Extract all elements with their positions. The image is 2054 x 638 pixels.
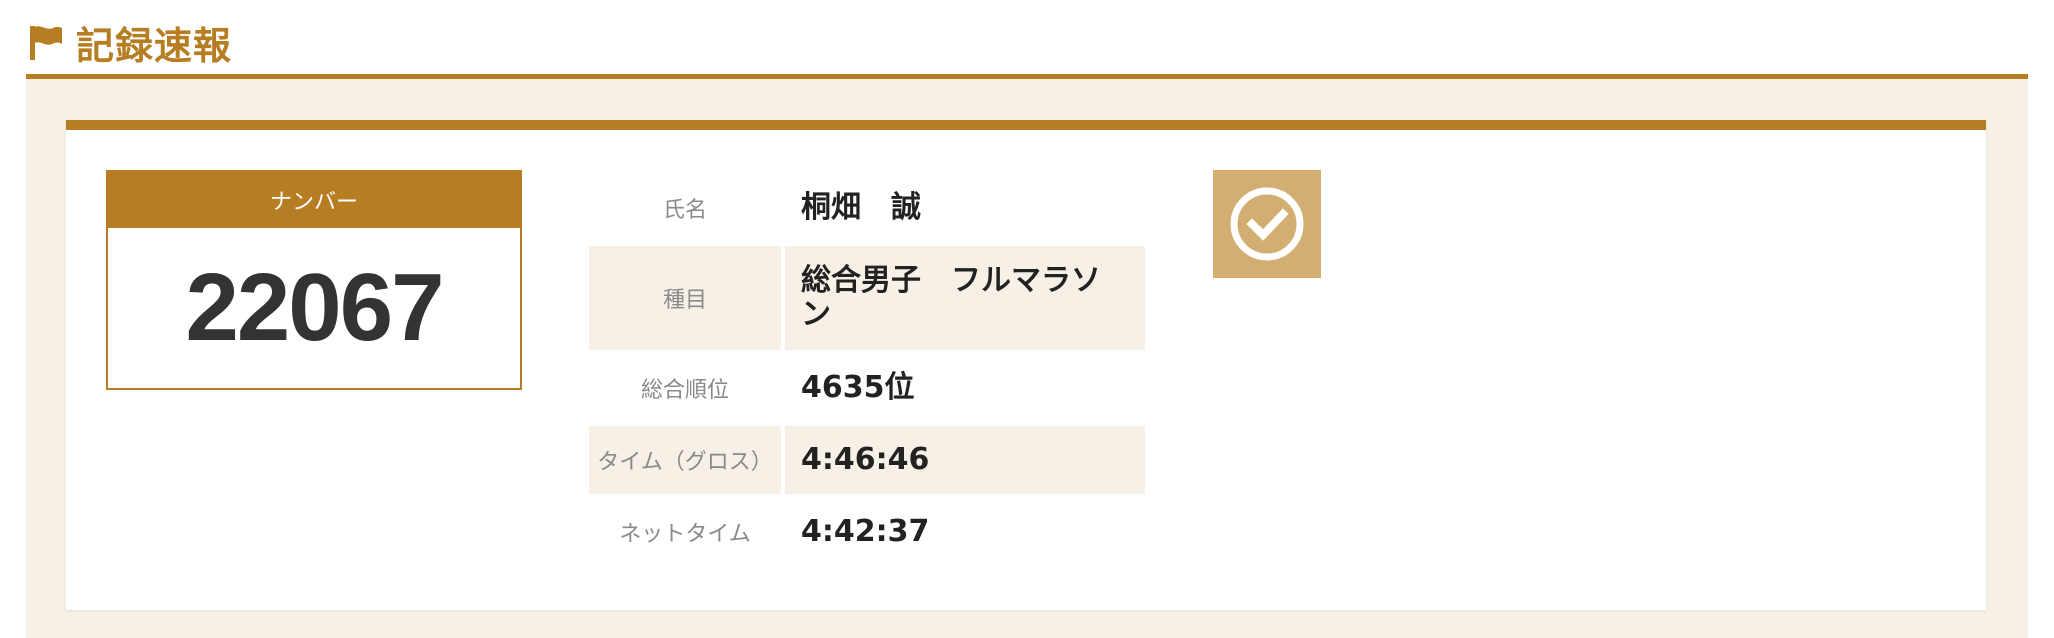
name-label: 氏名 bbox=[662, 198, 707, 223]
category-label: 種目 bbox=[589, 246, 781, 350]
detail-row-net-time: ネットタイム 4:42:37 bbox=[589, 498, 1145, 566]
detail-row-rank: 総合順位 4635位 bbox=[589, 354, 1145, 422]
bib-label: ナンバー bbox=[108, 172, 520, 228]
detail-row-gross-time: タイム（グロス） 4:46:46 bbox=[589, 426, 1145, 494]
result-details-table: 氏名 桐畑 誠 種目 総合男子 フルマラソン 総合順位 4635位 タイム（グロ… bbox=[585, 170, 1149, 570]
clock-check-icon bbox=[1230, 187, 1304, 261]
name-value: 桐畑 誠 bbox=[801, 190, 921, 225]
gross-time-label: タイム（グロス） bbox=[589, 426, 781, 494]
page-title: 記録速報 bbox=[76, 23, 233, 68]
flag-icon bbox=[30, 26, 62, 60]
rank-value: 4635位 bbox=[801, 370, 915, 405]
detail-row-name: 氏名 桐畑 誠 bbox=[589, 174, 1145, 242]
net-time-label: ネットタイム bbox=[619, 522, 751, 547]
net-time-value: 4:42:37 bbox=[801, 514, 930, 549]
detail-row-category: 種目 総合男子 フルマラソン bbox=[589, 246, 1145, 350]
section-header: 記録速報 bbox=[26, 18, 232, 68]
status-badge bbox=[1213, 170, 1321, 278]
gross-time-value: 4:46:46 bbox=[785, 426, 1145, 494]
bib-box: ナンバー 22067 bbox=[106, 170, 522, 390]
result-card: ナンバー 22067 氏名 桐畑 誠 種目 総合男子 フルマラソン 総合順位 4… bbox=[66, 120, 1986, 610]
rank-label: 総合順位 bbox=[640, 378, 729, 403]
bib-number: 22067 bbox=[185, 254, 445, 361]
category-value: 総合男子 フルマラソン bbox=[785, 246, 1145, 350]
